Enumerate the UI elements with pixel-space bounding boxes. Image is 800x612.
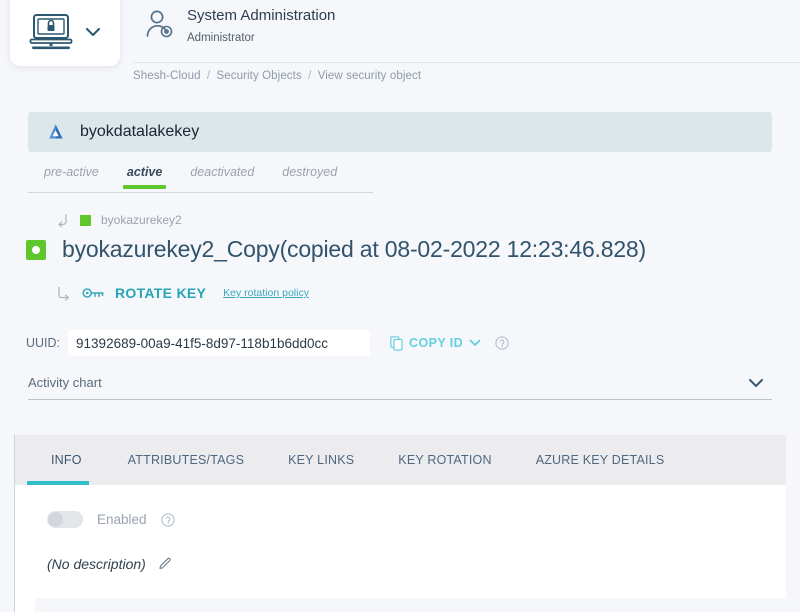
uuid-input[interactable] [68,330,371,356]
page-title: byokazurekey2_Copy(copied at 08-02-2022 … [62,236,646,262]
green-square-icon [80,214,91,226]
app-logo-button[interactable] [10,0,120,66]
corner-arrow-icon [58,286,70,301]
uuid-label: UUID: [26,336,61,350]
detail-tabs: INFO ATTRIBUTES/TAGS KEY LINKS KEY ROTAT… [15,435,786,485]
azure-icon [49,124,63,139]
description-text: (No description) [47,556,146,572]
tab-info[interactable]: INFO [35,435,106,485]
account-role: Administrator [187,32,255,44]
account-summary: System Administration Administrator [145,6,335,47]
chevron-down-icon[interactable] [748,378,764,388]
breadcrumb-item-security-objects[interactable]: Security Objects [216,70,301,82]
header-divider [133,62,800,63]
active-tab-indicator [27,481,89,485]
state-tab-deactivated[interactable]: deactivated [176,165,268,187]
enabled-toggle-row: Enabled [47,511,786,528]
help-circle-icon[interactable] [160,512,175,527]
activity-chart-section[interactable]: Activity chart [28,375,772,400]
copy-icon [390,335,403,351]
return-arrow-icon [58,214,67,227]
green-square-dot-icon [26,239,46,260]
chevron-down-icon[interactable] [469,339,481,347]
tab-attributes-tags[interactable]: ATTRIBUTES/TAGS [106,435,266,485]
bottom-panel-preview [35,598,786,612]
parent-key-row[interactable]: byokazurekey2 [56,213,182,227]
tab-key-links[interactable]: KEY LINKS [266,435,376,485]
uuid-row: UUID: COPY ID [26,330,509,356]
state-tab-pre-active[interactable]: pre-active [28,165,113,187]
enabled-toggle[interactable] [47,511,83,528]
account-title: System Administration [187,7,336,24]
laptop-lock-icon [29,14,73,50]
rotate-key-row: ROTATE KEY Key rotation policy [56,285,309,301]
state-tab-active[interactable]: active [113,165,176,189]
tab-key-rotation[interactable]: KEY ROTATION [376,435,513,485]
state-tabs-divider [28,192,373,193]
group-banner-label: byokdatalakekey [80,123,200,140]
help-circle-icon[interactable] [495,336,509,350]
pencil-icon[interactable] [158,557,172,571]
rotate-key-button[interactable]: ROTATE KEY [115,285,206,301]
key-state-tabs: pre-active active deactivated destroyed [28,165,344,189]
copy-id-button[interactable]: COPY ID [390,335,481,351]
activity-divider [28,399,772,400]
activity-chart-label: Activity chart [28,375,102,390]
parent-key-name[interactable]: byokazurekey2 [101,213,182,227]
enabled-label: Enabled [97,512,147,527]
breadcrumb-separator: / [206,70,211,82]
breadcrumb: Shesh-Cloud / Security Objects / View se… [133,70,421,82]
user-gear-icon [146,10,173,38]
description-row: (No description) [47,556,786,572]
state-tab-destroyed[interactable]: destroyed [268,165,351,187]
key-detail-card: INFO ATTRIBUTES/TAGS KEY LINKS KEY ROTAT… [14,435,786,612]
breadcrumb-item-current: View security object [317,70,422,82]
copy-id-label: COPY ID [409,336,464,350]
breadcrumb-separator: / [308,70,312,82]
key-icon [82,288,104,298]
breadcrumb-item-root[interactable]: Shesh-Cloud [133,70,201,82]
chevron-down-icon[interactable] [85,27,101,37]
tab-azure-key-details[interactable]: AZURE KEY DETAILS [514,435,687,485]
group-banner[interactable]: byokdatalakekey [28,112,772,152]
key-title-row: byokazurekey2_Copy(copied at 08-02-2022 … [26,236,646,263]
key-rotation-policy-link[interactable]: Key rotation policy [223,287,309,299]
info-panel: Enabled (No description) [15,485,786,572]
top-header: System Administration Administrator [0,0,800,66]
